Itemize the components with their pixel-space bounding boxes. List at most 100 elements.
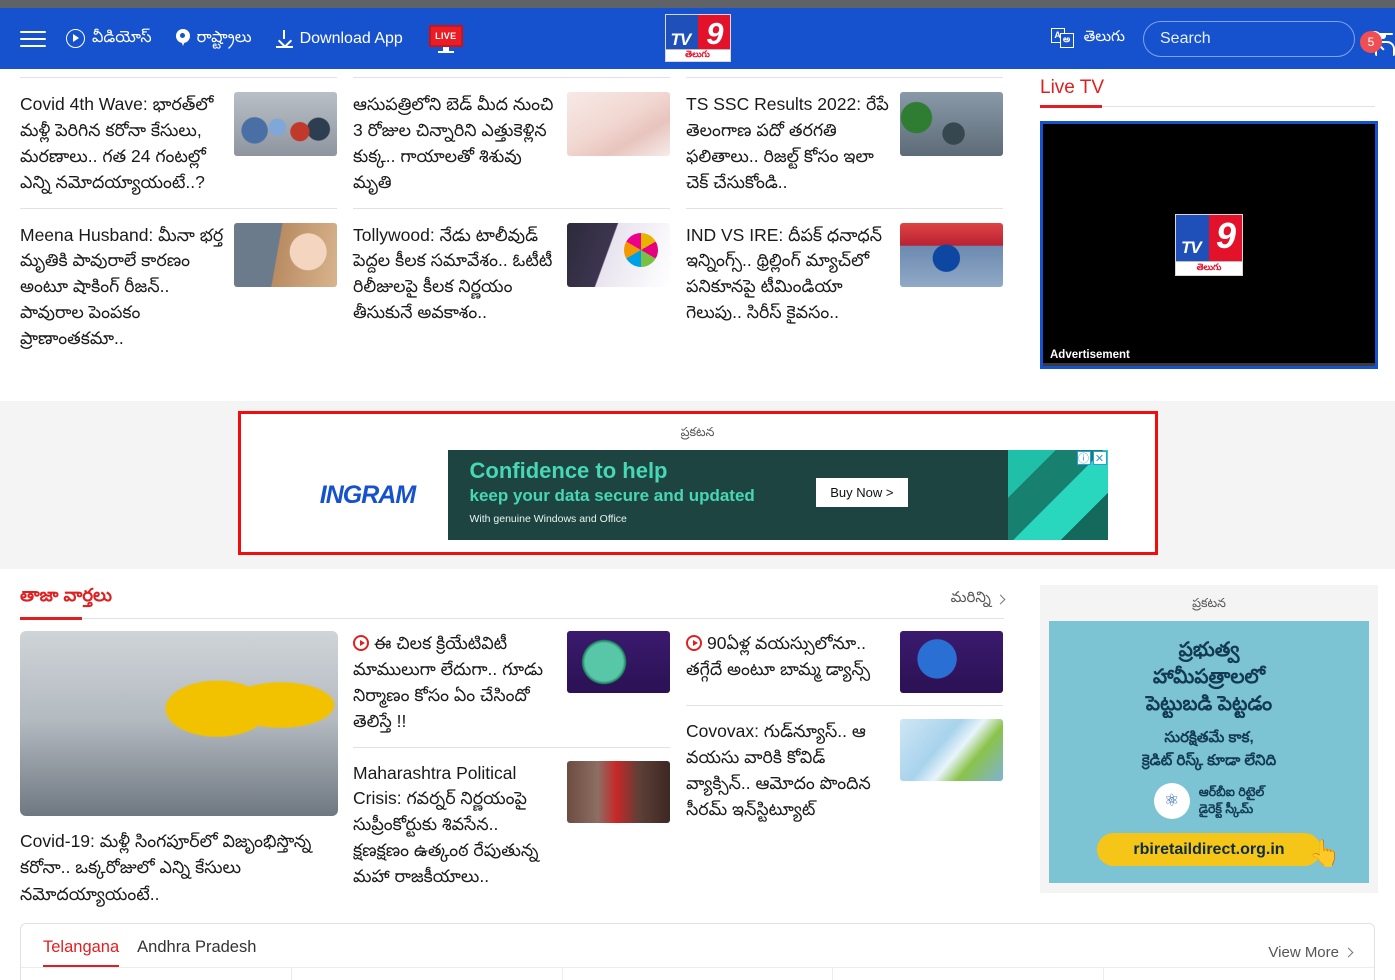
sidebar-ad-headline-1: ప్రభుత్వ xyxy=(1178,639,1240,661)
latest-news-feature[interactable]: Covid-19: మళ్లీ సింగపూర్‌లో విజృంభిస్తొన… xyxy=(20,631,353,907)
news-card-thumbnail xyxy=(900,92,1003,156)
feature-title: Covid-19: మళ్లీ సింగపూర్‌లో విజృంభిస్తొన… xyxy=(20,831,312,904)
banner-advertisement[interactable]: INGRAM Confidence to help keep your data… xyxy=(287,450,1108,540)
teaser-slot[interactable] xyxy=(833,967,1105,980)
news-card[interactable]: IND VS IRE: దీపక్ ధనాధన్ ఇన్నింగ్స్.. థ్… xyxy=(686,207,1003,339)
nav-item-states[interactable]: రాష్ట్రాలు xyxy=(175,28,252,50)
teaser-slot[interactable] xyxy=(563,967,834,980)
sidebar-ad-region: ప్రకటన ప్రభుత్వ హామీపత్రాలలో పెట్టుబడి ప… xyxy=(1020,585,1378,907)
video-play-icon xyxy=(353,635,369,651)
live-tv-advertisement-label: Advertisement xyxy=(1050,349,1130,361)
rbi-seal-icon: ⚛ xyxy=(1153,783,1190,820)
live-tv-panel: Live TV TV 9 తెలుగు Advertisement xyxy=(1020,77,1378,369)
notification-count-badge: 5 xyxy=(1360,30,1382,53)
news-card-title: Meena Husband: మీనా భర్త మృతికి పావురాలే… xyxy=(20,224,224,349)
banner-ad-body: Confidence to help keep your data secure… xyxy=(447,450,1008,540)
latest-news-column-1: ఈ చిలక క్రియేటివిటీ మాములుగా లేదుగా.. గూ… xyxy=(353,631,686,907)
sidebar-ad-brand-line-2: డైరెక్ట్ స్కీమ్ xyxy=(1198,802,1254,817)
live-tv-badge[interactable]: LIVE xyxy=(428,24,463,53)
banner-ad-subheadline: keep your data secure and updated xyxy=(469,486,755,506)
sidebar-advertisement[interactable]: ప్రభుత్వ హామీపత్రాలలో పెట్టుబడి పెట్టడం … xyxy=(1049,621,1369,883)
news-card[interactable]: Covid 4th Wave: భారత్‌లో మళ్లీ పెరిగిన క… xyxy=(20,77,337,208)
section-divider xyxy=(1040,105,1375,108)
more-link-label: మరిన్ని xyxy=(950,589,991,606)
translate-icon: Aఅ xyxy=(1050,27,1077,50)
tab-telangana[interactable]: Telangana xyxy=(43,938,120,967)
browser-chrome-strip xyxy=(0,0,1395,8)
regional-news-card: Telangana Andhra Pradesh View More xyxy=(20,922,1375,980)
tab-andhra-pradesh[interactable]: Andhra Pradesh xyxy=(137,938,256,967)
video-play-icon xyxy=(686,635,702,651)
hamburger-menu-icon[interactable] xyxy=(20,30,46,47)
live-tv-player[interactable]: TV 9 తెలుగు Advertisement xyxy=(1040,121,1378,369)
news-card-thumbnail xyxy=(234,92,337,156)
banner-ad-brand-logo: INGRAM xyxy=(287,450,448,540)
chevron-right-icon xyxy=(995,594,1006,605)
feature-thumbnail xyxy=(20,631,338,816)
site-logo[interactable]: TV 9 తెలుగు xyxy=(664,14,731,62)
language-switcher[interactable]: Aఅ తెలుగు xyxy=(1050,27,1125,50)
chevron-right-icon xyxy=(1343,947,1354,958)
nav-item-states-label: రాష్ట్రాలు xyxy=(196,28,252,46)
top-stories-column-2: ఆసుపత్రిలోని బెడ్ మీద నుంచి 3 రోజుల చిన్… xyxy=(353,77,686,369)
live-tv-logo: TV 9 తెలుగు xyxy=(1175,214,1243,276)
list-item-title: ఈ చిలక క్రియేటివిటీ మాములుగా లేదుగా.. గూ… xyxy=(353,633,544,731)
live-tv-progress-bar[interactable] xyxy=(1043,363,1375,366)
sidebar-ad-label: ప్రకటన xyxy=(1192,596,1226,610)
logo-tv-text: TV xyxy=(670,30,692,49)
play-circle-icon xyxy=(66,29,85,48)
live-tv-title: Live TV xyxy=(1040,77,1105,98)
logo-nine-text: 9 xyxy=(706,16,724,51)
list-item[interactable]: Covovax: గుడ్‌న్యూస్.. ఆ వయసు వారికి కోవ… xyxy=(686,705,1003,835)
info-icon[interactable]: ⓘ xyxy=(1076,451,1091,465)
list-item-thumbnail xyxy=(567,760,670,823)
list-item[interactable]: 90ఏళ్ల వయస్సులోనూ.. తగ్గేదే అంటూ బామ్మ డ… xyxy=(686,631,1003,705)
news-card-title: TS SSC Results 2022: రేపే తెలంగాణ పదో తర… xyxy=(686,94,889,192)
page-content: Covid 4th Wave: భారత్‌లో మళ్లీ పెరిగిన క… xyxy=(0,69,1395,369)
news-card-thumbnail xyxy=(567,92,670,156)
nav-item-videos[interactable]: వీడియోస్ xyxy=(66,28,152,50)
top-stories-grid: Covid 4th Wave: భారత్‌లో మళ్లీ పెరిగిన క… xyxy=(20,77,1020,369)
banner-ad-footnote: With genuine Windows and Office xyxy=(469,513,627,526)
teaser-slot[interactable] xyxy=(292,967,563,980)
live-badge-label: LIVE xyxy=(435,30,457,41)
teaser-slot[interactable] xyxy=(21,967,292,980)
banner-ad-buy-now-button[interactable]: Buy Now > xyxy=(816,478,908,507)
sidebar-ad-headline-2: హామీపత్రాలలో xyxy=(1152,666,1266,689)
banner-ad-label: ప్రకటన xyxy=(680,425,715,439)
search-box[interactable] xyxy=(1143,20,1382,57)
latest-news-column-2: 90ఏళ్ల వయస్సులోనూ.. తగ్గేదే అంటూ బామ్మ డ… xyxy=(686,631,1019,907)
banner-ad-controls: ⓘ ✕ xyxy=(1076,451,1107,465)
latest-news-region: తాజా వార్తలు మరిన్ని Covid-19: మళ్లీ సిం… xyxy=(0,569,1395,907)
banner-ad-headline: Confidence to help xyxy=(469,458,668,483)
banner-ad-brand-name: INGRAM xyxy=(319,480,416,509)
search-input[interactable] xyxy=(1160,29,1367,48)
latest-news-more-link[interactable]: మరిన్ని xyxy=(950,589,1006,610)
top-stories-column-1: Covid 4th Wave: భారత్‌లో మళ్లీ పెరిగిన క… xyxy=(20,77,353,369)
teaser-slot[interactable] xyxy=(1104,968,1374,980)
list-item-thumbnail xyxy=(900,631,1003,693)
news-card[interactable]: TS SSC Results 2022: రేపే తెలంగాణ పదో తర… xyxy=(686,77,1003,208)
hand-cursor-icon: 👆 xyxy=(1308,838,1341,868)
list-item[interactable]: ఈ చిలక క్రియేటివిటీ మాములుగా లేదుగా.. గూ… xyxy=(353,631,670,747)
news-card[interactable]: Tollywood: నేడు టాలీవుడ్ పెద్దల కీలక సమా… xyxy=(353,207,670,339)
news-card-thumbnail xyxy=(234,222,337,287)
top-section: Covid 4th Wave: భారత్‌లో మళ్లీ పెరిగిన క… xyxy=(20,69,1378,369)
news-card[interactable]: Meena Husband: మీనా భర్త మృతికి పావురాలే… xyxy=(20,207,337,364)
news-card-title: ఆసుపత్రిలోని బెడ్ మీద నుంచి 3 రోజుల చిన్… xyxy=(353,94,554,192)
latest-news-title: తాజా వార్తలు xyxy=(20,585,113,605)
regional-news-teasers xyxy=(21,967,1374,980)
list-item[interactable]: Maharashtra Political Crisis: గవర్నర్ ని… xyxy=(353,746,670,902)
list-item-title: 90ఏళ్ల వయస్సులోనూ.. తగ్గేదే అంటూ బామ్మ డ… xyxy=(686,633,871,679)
news-card-thumbnail xyxy=(900,222,1003,287)
list-item-title: Maharashtra Political Crisis: గవర్నర్ ని… xyxy=(353,762,539,887)
location-pin-icon xyxy=(175,29,190,48)
sidebar-ad-url-button[interactable]: rbiretaildirect.org.in xyxy=(1097,833,1321,867)
live-badge-foot xyxy=(437,50,454,53)
close-icon[interactable]: ✕ xyxy=(1092,451,1107,465)
view-more-link[interactable]: View More xyxy=(1268,944,1354,961)
nav-item-download-app[interactable]: Download App xyxy=(275,29,403,48)
nav-item-download-app-label: Download App xyxy=(299,29,403,47)
news-card[interactable]: ఆసుపత్రిలోని బెడ్ మీద నుంచి 3 రోజుల చిన్… xyxy=(353,77,670,208)
sidebar-ad-subline-2: క్రెడిట్ రిస్క్ కూడా లేనిది xyxy=(1141,751,1277,769)
